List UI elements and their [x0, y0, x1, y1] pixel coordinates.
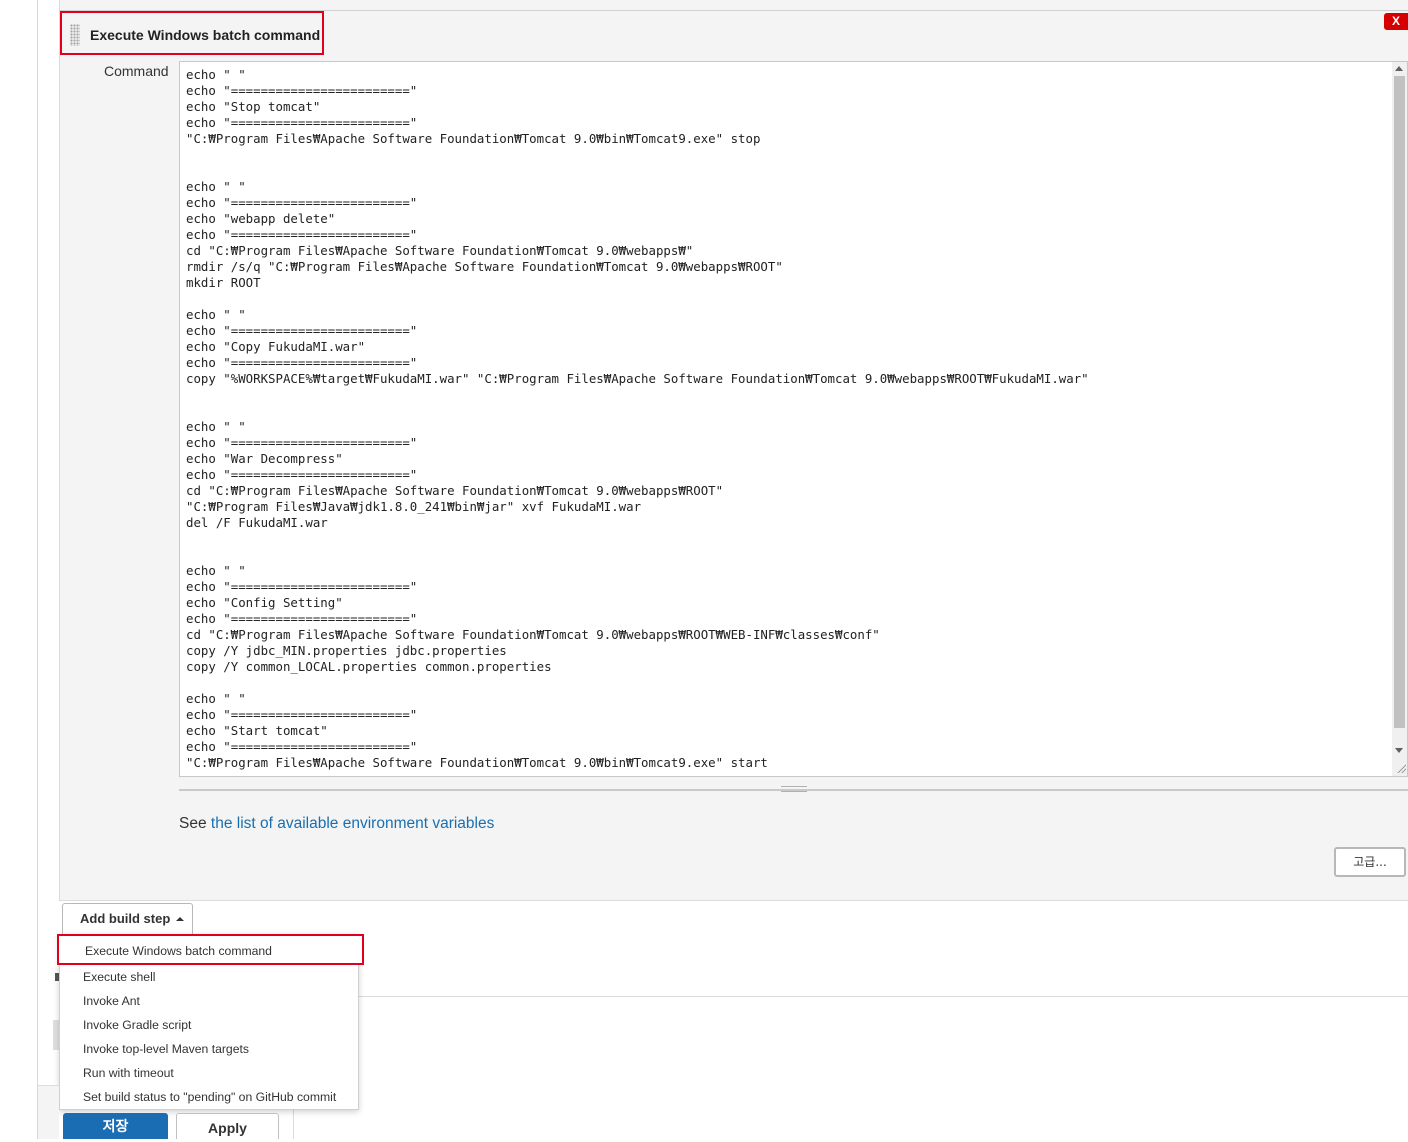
advanced-button[interactable]: 고급... [1334, 847, 1406, 877]
menu-item-invoke-gradle[interactable]: Invoke Gradle script [60, 1013, 358, 1037]
add-build-step-label: Add build step [80, 911, 171, 926]
resize-corner-icon[interactable] [1396, 763, 1406, 773]
env-variables-note: See the list of available environment va… [179, 815, 494, 833]
menu-item-execute-shell[interactable]: Execute shell [60, 965, 358, 989]
menu-item-invoke-maven[interactable]: Invoke top-level Maven targets [60, 1037, 358, 1061]
see-prefix: See [179, 815, 207, 832]
caret-up-icon [176, 917, 185, 921]
drag-handle-icon[interactable] [70, 24, 80, 46]
menu-item-run-with-timeout[interactable]: Run with timeout [60, 1061, 358, 1085]
delete-step-button[interactable]: X [1384, 13, 1408, 30]
env-variables-link[interactable]: the list of available environment variab… [211, 815, 494, 832]
build-step-dropdown-menu: Execute Windows batch command Execute sh… [57, 934, 364, 1110]
apply-button[interactable]: Apply [176, 1113, 279, 1139]
scroll-down-icon[interactable] [1395, 748, 1403, 753]
build-step-title: Execute Windows batch command [90, 27, 321, 43]
command-textarea[interactable]: echo " " echo "========================"… [179, 61, 1408, 777]
scroll-up-icon[interactable] [1395, 66, 1403, 71]
page-left-rule [37, 0, 38, 1139]
add-build-step-button[interactable]: Add build step [62, 903, 193, 935]
save-button[interactable]: 저장 [63, 1113, 168, 1139]
footer-left-panel [38, 1085, 59, 1139]
command-text[interactable]: echo " " echo "========================"… [186, 67, 1089, 771]
resize-grip-icon[interactable] [781, 786, 807, 792]
menu-item-execute-windows-batch[interactable]: Execute Windows batch command [57, 934, 364, 965]
section-divider [293, 996, 1408, 997]
menu-item-github-pending-status[interactable]: Set build status to "pending" on GitHub … [60, 1085, 358, 1109]
command-scrollbar[interactable] [1392, 62, 1407, 776]
footer-divider [38, 1085, 59, 1086]
scroll-thumb[interactable] [1394, 76, 1405, 728]
menu-item-invoke-ant[interactable]: Invoke Ant [60, 989, 358, 1013]
command-label: Command [104, 63, 169, 79]
